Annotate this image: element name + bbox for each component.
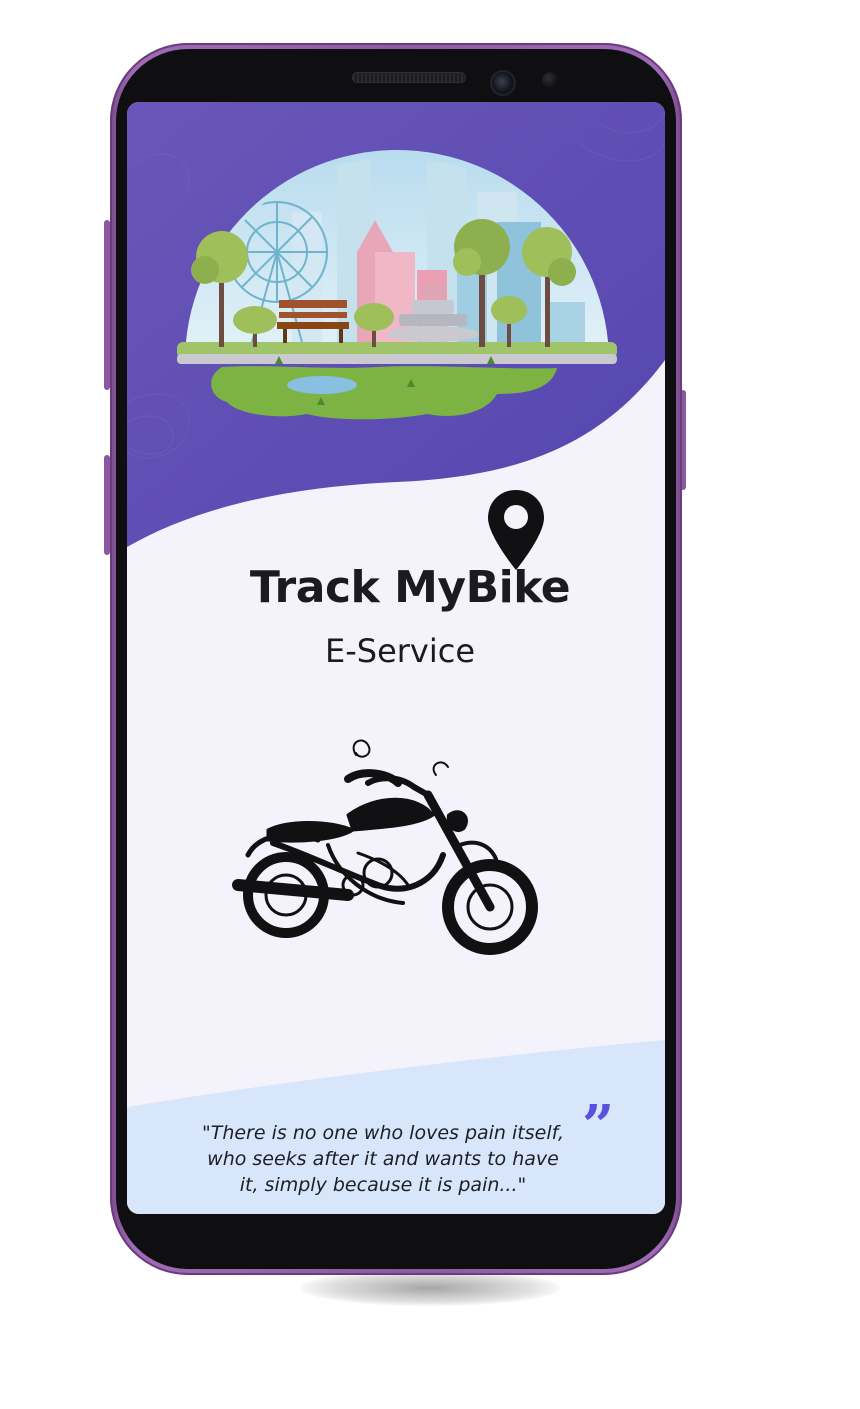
app-subtitle: E-Service	[324, 632, 476, 670]
front-camera-icon	[490, 70, 516, 96]
location-pin-icon	[488, 490, 544, 570]
quote-line: "There is no one who loves pain itself,	[201, 1122, 564, 1144]
quote-text: "There is no one who loves pain itself, …	[178, 1120, 588, 1198]
phone-shadow	[300, 1270, 560, 1306]
quote-line: who seeks after it and wants to have	[207, 1148, 559, 1170]
proximity-sensor	[542, 72, 558, 88]
app-title: Track MyBike	[249, 562, 571, 613]
speaker-grille	[352, 72, 466, 83]
motorcycle-icon	[232, 739, 538, 955]
device-mockup: Track MyBike E-Service ” "There is no on…	[0, 0, 860, 1409]
quote-line: it, simply because it is pain..."	[239, 1174, 527, 1196]
